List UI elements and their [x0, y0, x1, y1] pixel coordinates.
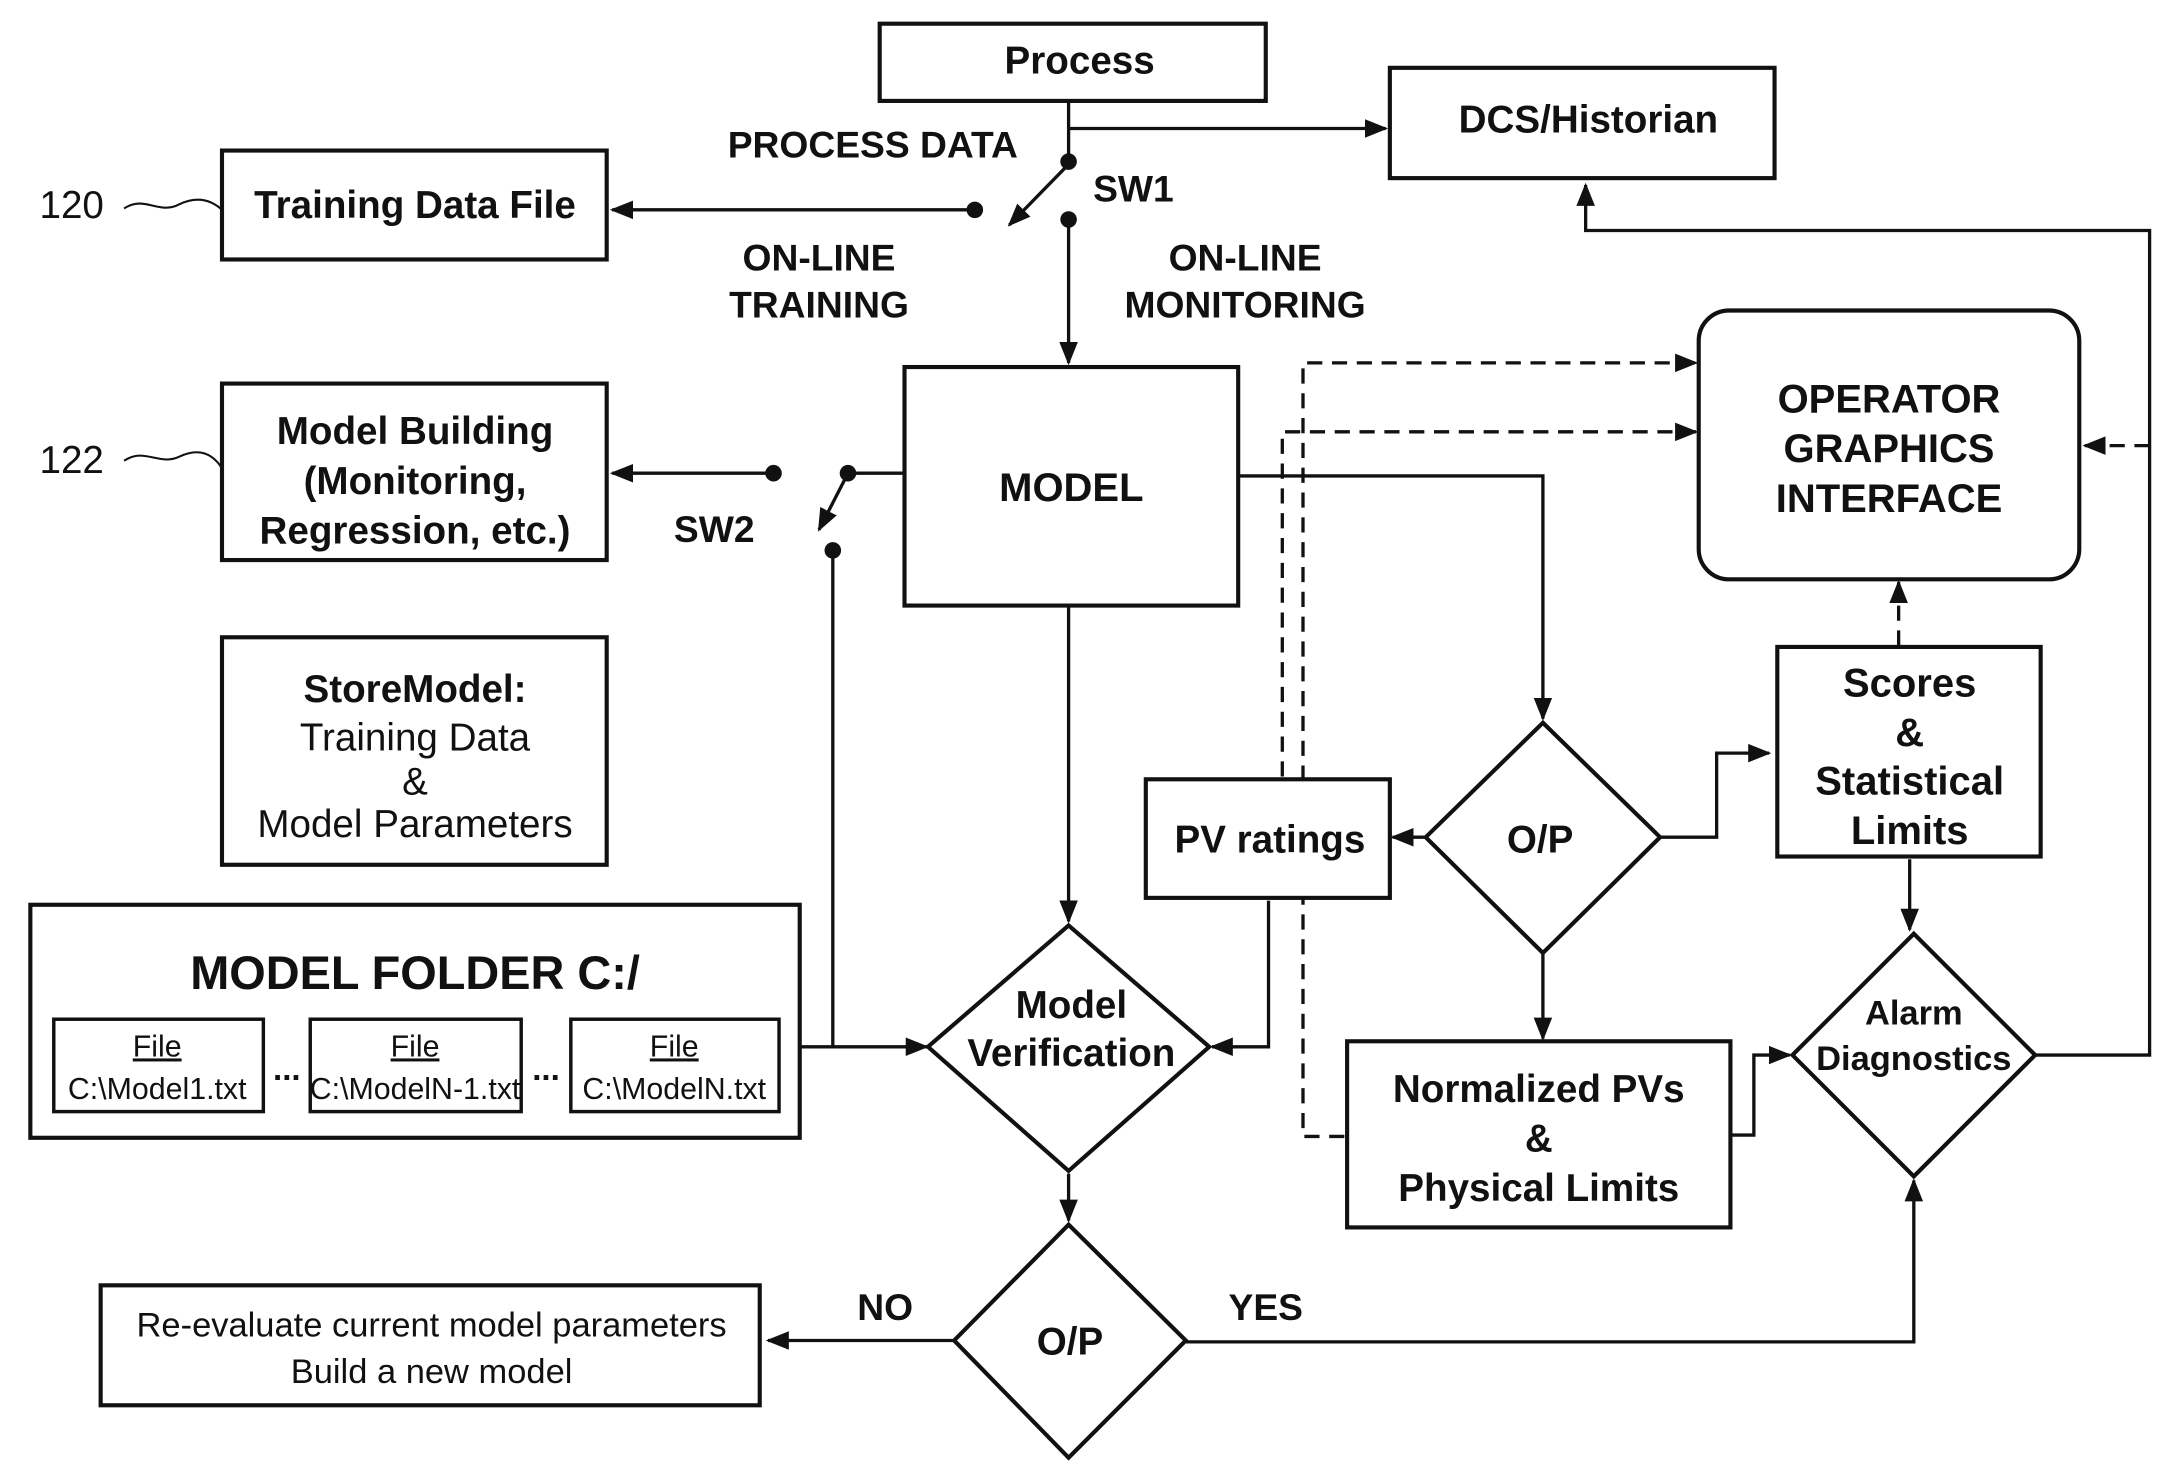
reevaluate-line1: Re-evaluate current model parameters: [137, 1306, 727, 1344]
model-file-3-path: C:\ModelN.txt: [582, 1073, 766, 1106]
operator-interface-line2: GRAPHICS: [1784, 427, 1995, 471]
normalized-line1: Normalized PVs: [1393, 1068, 1685, 1111]
connector-normalized-alarm: [1731, 1045, 1793, 1137]
model-file-1-label: File: [133, 1030, 182, 1063]
online-monitoring-line2: MONITORING: [1124, 283, 1365, 325]
model-file-1-path: C:\Model1.txt: [68, 1073, 247, 1106]
ref-label-122: 122: [39, 439, 103, 482]
operator-graphics-interface-box[interactable]: OPERATOR GRAPHICS INTERFACE: [1696, 308, 2082, 582]
scores-line2: &: [1895, 711, 1924, 755]
op-decision-top-label: O/P: [1507, 818, 1573, 861]
model-building-line1: Model Building: [277, 410, 554, 453]
sw1-contact-left: [966, 201, 984, 219]
process-label: Process: [1005, 39, 1155, 82]
model-folder-title: MODEL FOLDER C:/: [190, 947, 640, 999]
scores-line1: Scores: [1843, 662, 1976, 706]
yes-label: YES: [1229, 1286, 1303, 1328]
connector-op-scores: [1660, 743, 1772, 839]
alarm-line2: Diagnostics: [1816, 1040, 2011, 1078]
model-building-line2: (Monitoring,: [304, 460, 527, 503]
online-monitoring-line1: ON-LINE: [1169, 237, 1322, 279]
store-model-line3: Model Parameters: [257, 803, 572, 846]
model-file-1[interactable]: File C:\Model1.txt: [52, 1017, 266, 1114]
dashed-normalized-operator: [1301, 353, 1699, 1139]
scores-line4: Limits: [1851, 809, 1969, 853]
switch1-arm: [1007, 163, 1070, 227]
file-ellipsis-2: ...: [532, 1051, 560, 1088]
no-label: NO: [857, 1286, 913, 1328]
switch2-arm: [817, 472, 850, 532]
model-label: MODEL: [999, 466, 1143, 510]
model-box[interactable]: MODEL: [902, 364, 1241, 608]
operator-interface-line1: OPERATOR: [1778, 378, 2001, 422]
file-ellipsis-1: ...: [273, 1051, 301, 1088]
dashed-pv-ratings-operator: [1280, 422, 1699, 777]
model-folder-box[interactable]: MODEL FOLDER C:/ File C:\Model1.txt ... …: [28, 902, 802, 1140]
sw2-contact-right: [839, 464, 857, 482]
ref-leader-120: [123, 198, 225, 212]
sw1-contact-bottom: [1060, 211, 1077, 228]
pv-ratings-box[interactable]: PV ratings: [1143, 777, 1392, 900]
op-decision-top[interactable]: O/P: [1422, 719, 1664, 956]
online-training-line2: TRAINING: [729, 283, 909, 325]
op-decision-bottom[interactable]: O/P: [951, 1221, 1189, 1461]
store-model-title: StoreModel:: [304, 668, 527, 711]
ref-label-120: 120: [39, 184, 103, 227]
store-model-line2: &: [402, 760, 428, 803]
training-data-file-label: Training Data File: [254, 184, 576, 227]
sw2-contact-left: [765, 464, 782, 482]
normalized-line2: &: [1525, 1118, 1553, 1161]
process-monitoring-flowchart: 120 122 Process PROCESS DATA SW1 ON-LINE…: [28, 21, 2152, 1461]
model-file-3[interactable]: File C:\ModelN.txt: [569, 1017, 781, 1114]
model-building-box[interactable]: Model Building (Monitoring, Regression, …: [219, 381, 609, 563]
scores-limits-box[interactable]: Scores & Statistical Limits: [1775, 644, 2043, 859]
process-box[interactable]: Process: [877, 21, 1268, 103]
online-training-line1: ON-LINE: [743, 237, 896, 279]
model-verification-line2: Verification: [967, 1032, 1175, 1075]
normalized-line3: Physical Limits: [1398, 1167, 1679, 1210]
pv-ratings-label: PV ratings: [1174, 818, 1365, 861]
dcs-historian-label: DCS/Historian: [1459, 99, 1718, 142]
process-data-label: PROCESS DATA: [728, 123, 1018, 165]
operator-interface-line3: INTERFACE: [1776, 477, 2003, 521]
model-building-line3: Regression, etc.): [260, 510, 571, 553]
reevaluate-line2: Build a new model: [291, 1353, 573, 1391]
store-model-line1: Training Data: [300, 716, 531, 759]
op-decision-bottom-label: O/P: [1037, 1320, 1103, 1363]
training-data-file-box[interactable]: Training Data File: [219, 148, 609, 262]
model-file-2[interactable]: File C:\ModelN-1.txt: [308, 1017, 523, 1114]
switch2-label: SW2: [674, 508, 755, 550]
sw1-contact-top: [1060, 153, 1077, 170]
switch1-label: SW1: [1093, 168, 1174, 210]
sw2-contact-bottom: [824, 542, 842, 559]
ref-leader-122: [123, 451, 225, 471]
store-model-box[interactable]: StoreModel: Training Data & Model Parame…: [219, 635, 609, 867]
alarm-line1: Alarm: [1865, 995, 1963, 1033]
reevaluate-box[interactable]: Re-evaluate current model parameters Bui…: [98, 1283, 762, 1408]
model-file-3-label: File: [650, 1030, 699, 1063]
scores-line3: Statistical: [1815, 759, 2004, 803]
model-file-2-label: File: [391, 1030, 440, 1063]
model-verification-diamond[interactable]: Model Verification: [924, 922, 1213, 1174]
dcs-historian-box[interactable]: DCS/Historian: [1387, 65, 1777, 181]
connector-pv-ratings-verification: [1209, 900, 1271, 1057]
model-file-2-path: C:\ModelN-1.txt: [310, 1073, 521, 1106]
model-verification-line1: Model: [1016, 984, 1128, 1027]
normalized-pvs-box[interactable]: Normalized PVs & Physical Limits: [1345, 1039, 1733, 1230]
alarm-diagnostics-diamond[interactable]: Alarm Diagnostics: [1789, 930, 2039, 1180]
